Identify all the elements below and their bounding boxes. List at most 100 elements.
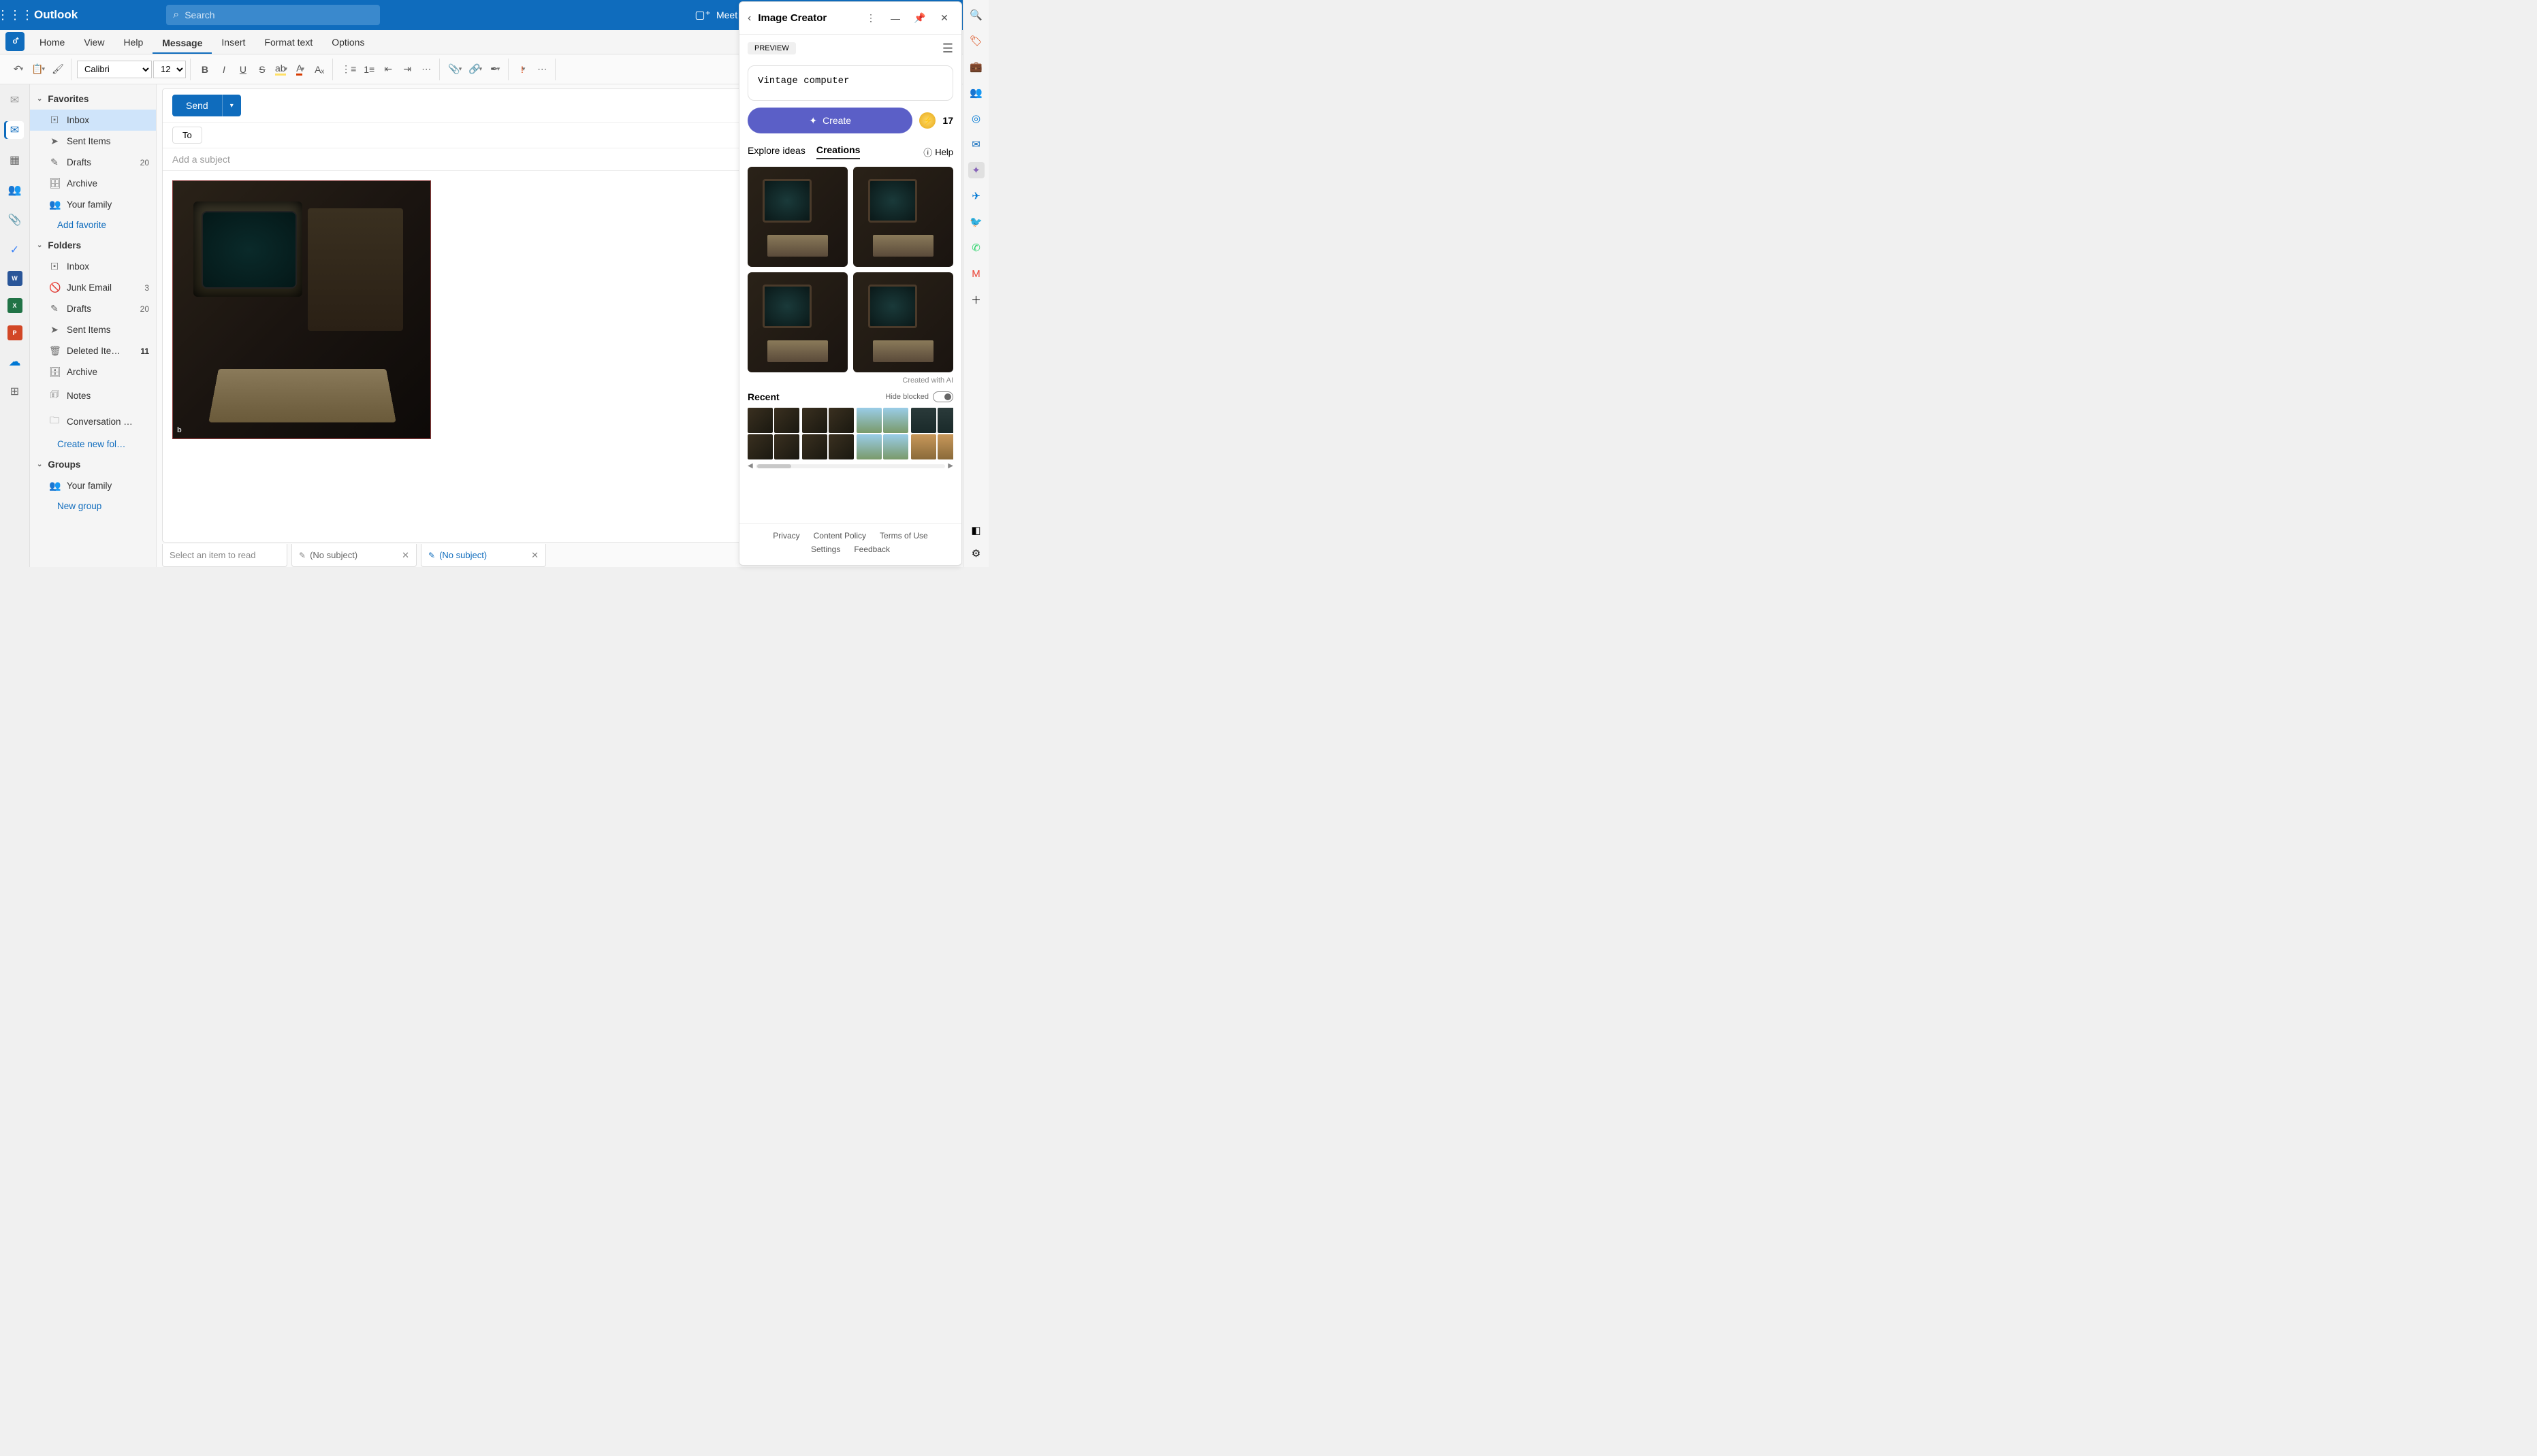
folder-notes[interactable]: 🗊Notes: [30, 383, 156, 408]
rr-twitter-icon[interactable]: 🐦: [968, 214, 985, 230]
outdent-button[interactable]: ⇤: [379, 60, 397, 79]
folder-junk[interactable]: 🚫Junk Email3: [30, 277, 156, 298]
recent-set-3[interactable]: [857, 408, 908, 459]
tab-format-text[interactable]: Format text: [255, 32, 322, 52]
recent-set-2[interactable]: [802, 408, 854, 459]
tab-view[interactable]: View: [74, 32, 114, 52]
rr-add-icon[interactable]: ＋: [968, 291, 985, 308]
folder-sent[interactable]: ➤Sent Items: [30, 131, 156, 152]
rail-more-apps-icon[interactable]: ⊞: [6, 383, 24, 400]
rr-send-icon[interactable]: ✈: [968, 188, 985, 204]
create-button[interactable]: ✦Create: [748, 108, 912, 133]
folder-inbox-2[interactable]: 🞔Inbox: [30, 256, 156, 277]
tab-insert[interactable]: Insert: [212, 32, 255, 52]
bullets-button[interactable]: ⋮≡: [338, 60, 359, 79]
folder-deleted[interactable]: 🗑Deleted Ite…11: [30, 340, 156, 361]
explore-tab[interactable]: Explore ideas: [748, 145, 805, 159]
menu-icon[interactable]: ☰: [942, 42, 953, 56]
privacy-link[interactable]: Privacy: [773, 531, 799, 540]
rr-search-icon[interactable]: 🔍: [968, 7, 985, 23]
to-button[interactable]: To: [172, 127, 202, 144]
prompt-input[interactable]: Vintage computer: [748, 65, 953, 101]
create-folder-link[interactable]: Create new fol…: [30, 434, 156, 454]
rail-excel-icon[interactable]: X: [7, 298, 22, 313]
recent-scrollbar[interactable]: [756, 464, 946, 468]
numbering-button[interactable]: 1≡: [360, 60, 378, 79]
recent-set-1[interactable]: [748, 408, 799, 459]
tab-message[interactable]: Message: [153, 33, 212, 54]
format-painter-button[interactable]: 🖌: [49, 60, 67, 79]
font-select[interactable]: Calibri: [77, 61, 152, 78]
hide-blocked-toggle[interactable]: [933, 391, 953, 402]
rr-copilot-icon[interactable]: ◎: [968, 110, 985, 127]
folder-archive[interactable]: 🗄Archive: [30, 173, 156, 194]
paste-button[interactable]: 📋▾: [29, 60, 48, 79]
rail-mail-active-icon[interactable]: ✉: [6, 121, 24, 139]
app-launcher-icon[interactable]: ⋮⋮⋮: [0, 8, 30, 22]
search-input[interactable]: [185, 10, 373, 20]
attach-button[interactable]: 📎▾: [445, 60, 464, 79]
rr-briefcase-icon[interactable]: 💼: [968, 59, 985, 75]
font-size-select[interactable]: 12: [153, 61, 186, 78]
folder-archive-2[interactable]: 🗄Archive: [30, 361, 156, 383]
link-button[interactable]: 🔗▾: [466, 60, 485, 79]
clear-format-button[interactable]: Aₓ: [310, 60, 328, 79]
rail-word-icon[interactable]: W: [7, 271, 22, 286]
close-icon[interactable]: ✕: [936, 12, 953, 24]
scroll-right-icon[interactable]: ▶: [948, 462, 953, 470]
help-link[interactable]: ⓘHelp: [923, 146, 953, 159]
content-policy-link[interactable]: Content Policy: [814, 531, 866, 540]
folder-your-family[interactable]: 👥Your family: [30, 194, 156, 215]
tab-home[interactable]: Home: [30, 32, 74, 52]
pin-icon[interactable]: 📌: [911, 12, 929, 24]
inserted-image[interactable]: b: [172, 180, 431, 439]
terms-link[interactable]: Terms of Use: [880, 531, 928, 540]
font-color-button[interactable]: A▾: [291, 60, 309, 79]
generated-image-4[interactable]: [853, 272, 953, 372]
indent-button[interactable]: ⇥: [398, 60, 416, 79]
rr-people-icon[interactable]: 👥: [968, 84, 985, 101]
signature-button[interactable]: ✒▾: [486, 60, 504, 79]
rail-todo-icon[interactable]: ✓: [6, 241, 24, 259]
folder-inbox[interactable]: 🞔Inbox: [30, 110, 156, 131]
folder-drafts-2[interactable]: ✎Drafts20: [30, 298, 156, 319]
rail-mail-icon[interactable]: ✉: [6, 91, 24, 109]
rail-powerpoint-icon[interactable]: P: [7, 325, 22, 340]
underline-button[interactable]: U: [234, 60, 252, 79]
group-your-family[interactable]: 👥Your family: [30, 475, 156, 496]
bold-button[interactable]: B: [196, 60, 214, 79]
folder-drafts[interactable]: ✎Drafts20: [30, 152, 156, 173]
minimize-icon[interactable]: —: [887, 13, 904, 24]
draft-tab-2[interactable]: ✎(No subject)✕: [421, 544, 546, 567]
more-options-button[interactable]: ⋯: [533, 60, 551, 79]
generated-image-3[interactable]: [748, 272, 848, 372]
close-icon[interactable]: ✕: [402, 550, 409, 561]
tab-help[interactable]: Help: [114, 32, 153, 52]
favorites-section[interactable]: ⌄Favorites: [30, 88, 156, 110]
rr-settings-icon[interactable]: ⚙: [968, 545, 985, 562]
feedback-link[interactable]: Feedback: [854, 545, 890, 554]
scroll-left-icon[interactable]: ◀: [748, 462, 753, 470]
groups-section[interactable]: ⌄Groups: [30, 454, 156, 475]
undo-button[interactable]: ↶▾: [10, 60, 27, 79]
rr-sidebar-icon[interactable]: ◧: [968, 522, 985, 538]
rail-calendar-icon[interactable]: ▦: [6, 151, 24, 169]
send-button[interactable]: Send ▾: [172, 95, 241, 116]
generated-image-2[interactable]: [853, 167, 953, 267]
rr-whatsapp-icon[interactable]: ✆: [968, 240, 985, 256]
more-icon[interactable]: ⋮: [862, 12, 880, 24]
select-item-tab[interactable]: Select an item to read: [162, 544, 287, 567]
close-icon[interactable]: ✕: [531, 550, 539, 561]
generated-image-1[interactable]: [748, 167, 848, 267]
creations-tab[interactable]: Creations: [816, 144, 861, 159]
add-favorite-link[interactable]: Add favorite: [30, 215, 156, 235]
italic-button[interactable]: I: [215, 60, 233, 79]
back-icon[interactable]: ‹: [748, 12, 751, 25]
rail-onedrive-icon[interactable]: ☁: [6, 353, 24, 370]
search-box[interactable]: ⌕: [166, 5, 380, 25]
tab-options[interactable]: Options: [322, 32, 374, 52]
folders-section[interactable]: ⌄Folders: [30, 235, 156, 256]
send-dropdown[interactable]: ▾: [222, 95, 241, 116]
outlook-logo-icon[interactable]: o⃰: [0, 29, 30, 54]
folder-sent-2[interactable]: ➤Sent Items: [30, 319, 156, 340]
